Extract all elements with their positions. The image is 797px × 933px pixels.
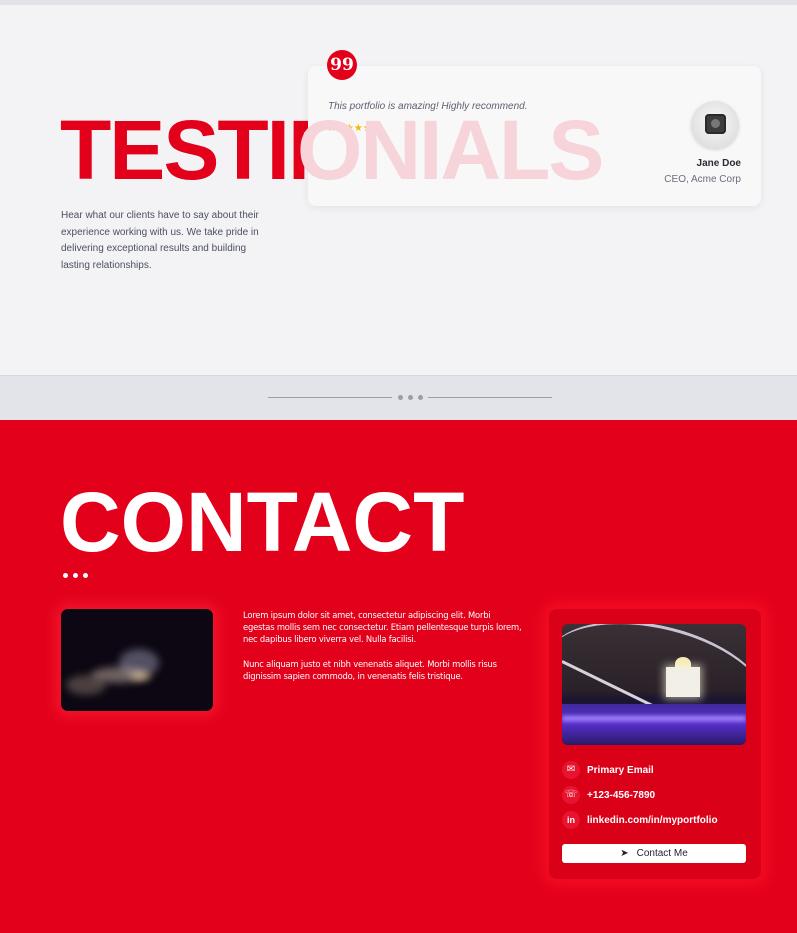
phone-icon: ☏ <box>562 786 580 804</box>
divider-line-right <box>428 397 552 398</box>
testimonial-author-role: CEO, Acme Corp <box>664 174 741 185</box>
smoke-photo <box>61 609 213 711</box>
contact-paragraph: Lorem ipsum dolor sit amet, consectetur … <box>243 610 522 645</box>
smoke-puff <box>66 675 106 695</box>
camera-image <box>705 114 726 134</box>
linkedin-icon: in <box>562 811 580 829</box>
testimonials-heading-faded: ONIALS <box>297 103 604 197</box>
contact-me-button[interactable]: ➤ Contact Me <box>562 844 746 863</box>
phone-link[interactable]: ☏ +123-456-7890 <box>562 786 655 804</box>
phone-number: +123-456-7890 <box>587 789 656 801</box>
testimonials-section: TESTIM ONIALS Hear what our clients have… <box>0 5 797 375</box>
linkedin-link[interactable]: in linkedin.com/in/myportfolio <box>562 811 718 829</box>
contact-text: Lorem ipsum dolor sit amet, consectetur … <box>243 609 523 682</box>
contact-section: CONTACT Lorem ipsum dolor sit amet, cons… <box>0 420 797 933</box>
church <box>666 667 700 697</box>
testimonial-author-name: Jane Doe <box>696 158 741 169</box>
divider-dot <box>418 395 423 400</box>
avatar <box>691 101 739 149</box>
bridge-photo <box>562 624 746 745</box>
heading-dot <box>73 573 78 578</box>
divider-dot <box>398 395 403 400</box>
email-label: Primary Email <box>587 764 654 776</box>
linkedin-url: linkedin.com/in/myportfolio <box>587 814 718 826</box>
river <box>562 704 746 745</box>
divider-line-left <box>268 397 392 398</box>
smoke-puff <box>131 671 151 681</box>
heading-dot <box>63 573 68 578</box>
divider-dot <box>408 395 413 400</box>
mail-icon: ✉ <box>562 761 580 779</box>
contact-heading: CONTACT <box>60 475 465 569</box>
contact-paragraph: Nunc aliquam justo et nibh venenatis ali… <box>243 658 497 681</box>
section-divider <box>0 375 797 420</box>
quote-icon: 99 <box>327 50 357 80</box>
heading-dot <box>83 573 88 578</box>
testimonials-description: Hear what our clients have to say about … <box>61 210 259 271</box>
water-glow <box>562 716 746 721</box>
email-link[interactable]: ✉ Primary Email <box>562 761 654 779</box>
contact-card: ✉ Primary Email ☏ +123-456-7890 in linke… <box>549 609 761 879</box>
contact-me-label: Contact Me <box>636 848 688 859</box>
send-icon: ➤ <box>620 848 629 859</box>
